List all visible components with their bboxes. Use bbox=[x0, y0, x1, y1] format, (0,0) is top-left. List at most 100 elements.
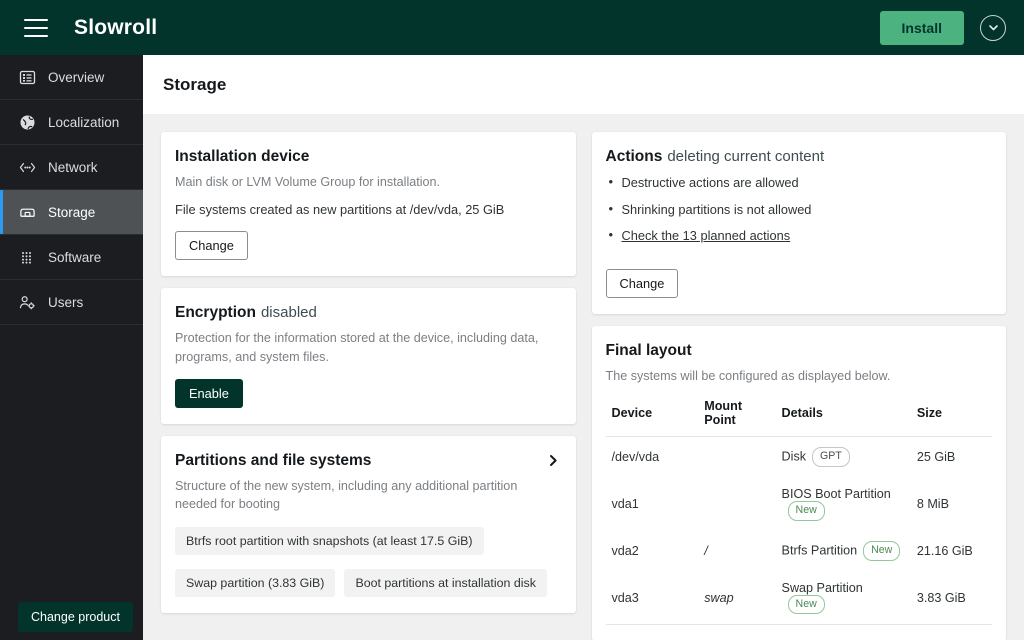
change-product-button[interactable]: Change product bbox=[18, 602, 133, 632]
card-description: Main disk or LVM Volume Group for instal… bbox=[175, 175, 441, 189]
encryption-card: Encryption disabled Protection for the in… bbox=[161, 288, 576, 424]
sidebar-item-label: Network bbox=[48, 159, 98, 175]
content-area: Storage Installation device Main disk or… bbox=[143, 55, 1024, 640]
sidebar-item-storage[interactable]: Storage bbox=[0, 190, 143, 235]
cell-device: vda2 bbox=[611, 543, 639, 558]
partition-chip: Swap partition (3.83 GiB) bbox=[175, 569, 336, 598]
card-description: Protection for the information stored at… bbox=[175, 331, 539, 364]
sidebar-item-label: Overview bbox=[48, 69, 105, 85]
masthead: Slowroll Install bbox=[0, 0, 1024, 55]
sidebar-item-label: Software bbox=[48, 249, 102, 265]
cell-device: vda3 bbox=[605, 570, 699, 626]
table-row: vda1 BIOS Boot PartitionNew 8 MiB bbox=[606, 477, 993, 531]
details-text: Btrfs Partition bbox=[781, 543, 858, 558]
actions-title: Actions bbox=[605, 148, 663, 165]
actions-card: Actionsdeleting current content Destruct… bbox=[591, 132, 1006, 314]
actions-bullet-text: Shrinking partitions is not allowed bbox=[621, 201, 812, 217]
card-title: Encryption disabled bbox=[175, 304, 562, 322]
planned-actions-link[interactable]: Check the 13 planned actions bbox=[622, 228, 791, 243]
sidebar-footer: Change product bbox=[0, 602, 143, 640]
sidebar-item-software[interactable]: Software bbox=[0, 235, 143, 280]
column-header-mount: Mount Point bbox=[698, 399, 776, 438]
partitions-header-row: Partitions and file systems bbox=[175, 452, 562, 477]
status-badge: New bbox=[863, 540, 901, 561]
enable-encryption-button[interactable]: Enable bbox=[175, 378, 243, 408]
globe-icon bbox=[19, 114, 36, 131]
app-root: Slowroll Install Overview Localization N… bbox=[0, 0, 1024, 640]
status-badge: GPT bbox=[812, 447, 850, 467]
cell-mount bbox=[698, 477, 775, 531]
masthead-actions: Install bbox=[879, 10, 1006, 45]
install-button[interactable]: Install bbox=[879, 10, 964, 45]
app-body: Overview Localization Network Storage So… bbox=[0, 55, 1024, 640]
cell-size: 8 MiB bbox=[916, 496, 950, 511]
table-row: vda3 swap Swap PartitionNew 3.83 GiB bbox=[605, 570, 992, 626]
actions-bullet: Destructive actions are allowed bbox=[606, 174, 993, 192]
final-layout-card: Final layout The systems will be configu… bbox=[591, 325, 1006, 640]
actions-bullet-list: Destructive actions are allowed Shrinkin… bbox=[606, 174, 993, 245]
cell-size: 3.83 GiB bbox=[910, 570, 992, 626]
encryption-status: disabled bbox=[260, 304, 317, 322]
sidebar-item-network[interactable]: Network bbox=[0, 145, 143, 190]
cell-device: /dev/vda bbox=[611, 450, 660, 465]
cell-details: Swap PartitionNew bbox=[775, 570, 911, 626]
left-column: Installation device Main disk or LVM Vol… bbox=[161, 132, 576, 614]
details-text: Swap Partition bbox=[781, 580, 863, 595]
cell-details: BIOS Boot PartitionNew bbox=[776, 477, 911, 531]
table-head: Device Mount Point Details Size bbox=[605, 399, 992, 438]
cell-size: 25 GiB bbox=[916, 450, 956, 465]
sidebar-item-overview[interactable]: Overview bbox=[0, 55, 143, 100]
chevron-down-circle-icon[interactable] bbox=[980, 14, 1006, 41]
cell-details: Disk GPT bbox=[776, 437, 911, 477]
card-description: The systems will be configured as displa… bbox=[605, 368, 891, 383]
details-text: BIOS Boot Partition bbox=[781, 486, 891, 501]
sidebar-item-label: Localization bbox=[48, 114, 120, 130]
details-text: Disk bbox=[781, 449, 807, 464]
table-row: vda2 / Btrfs Partition New 21.16 GiB bbox=[606, 531, 993, 571]
change-device-button[interactable]: Change bbox=[175, 231, 248, 261]
partition-chip-list: Btrfs root partition with snapshots (at … bbox=[175, 527, 562, 556]
installation-device-detail: File systems created as new partitions a… bbox=[175, 202, 505, 218]
card-title: Partitions and file systems bbox=[175, 451, 372, 469]
sidebar-item-users[interactable]: Users bbox=[0, 280, 143, 325]
actions-bullet: Check the 13 planned actions bbox=[606, 227, 993, 245]
network-icon bbox=[19, 159, 36, 176]
list-panel-icon bbox=[19, 69, 36, 86]
hamburger-icon[interactable] bbox=[24, 18, 48, 37]
partition-chip-list-2: Swap partition (3.83 GiB) Boot partition… bbox=[175, 569, 562, 598]
cell-device: vda1 bbox=[611, 496, 639, 511]
sidebar-item-label: Storage bbox=[48, 204, 96, 220]
actions-status: deleting current content bbox=[667, 148, 825, 165]
status-badge: New bbox=[787, 594, 825, 615]
cell-size: 21.16 GiB bbox=[916, 543, 973, 558]
card-title: Installation device bbox=[175, 148, 310, 165]
hard-drive-icon bbox=[19, 204, 36, 221]
change-actions-button[interactable]: Change bbox=[605, 268, 679, 298]
encryption-title: Encryption bbox=[175, 304, 256, 322]
table-body: /dev/vda Disk GPT 25 GiB vda1 BIOS Boot … bbox=[605, 437, 993, 626]
cell-mount bbox=[698, 437, 775, 477]
right-column: Actionsdeleting current content Destruct… bbox=[591, 132, 1006, 640]
installation-device-card: Installation device Main disk or LVM Vol… bbox=[161, 132, 576, 277]
final-layout-table: Device Mount Point Details Size /dev/vda bbox=[605, 399, 993, 626]
sidebar-item-localization[interactable]: Localization bbox=[0, 100, 143, 145]
cell-mount: / bbox=[704, 543, 708, 558]
card-title: Final layout bbox=[605, 341, 692, 359]
chevron-right-icon[interactable] bbox=[545, 452, 562, 471]
partition-chip: Boot partitions at installation disk bbox=[344, 569, 547, 598]
status-badge: New bbox=[787, 500, 825, 521]
cell-details: Btrfs Partition New bbox=[776, 531, 911, 571]
sidebar-item-label: Users bbox=[48, 294, 84, 310]
column-header-device: Device bbox=[605, 399, 699, 438]
grid-dots-icon bbox=[19, 249, 36, 266]
column-header-size: Size bbox=[910, 399, 992, 438]
sidebar: Overview Localization Network Storage So… bbox=[0, 55, 143, 640]
content-columns: Installation device Main disk or LVM Vol… bbox=[143, 114, 1024, 640]
page-header: Storage bbox=[143, 55, 1024, 114]
sidebar-nav: Overview Localization Network Storage So… bbox=[0, 55, 143, 325]
card-title: Actions deleting current content bbox=[606, 148, 993, 166]
card-description: Structure of the new system, including a… bbox=[175, 478, 518, 511]
actions-bullet-text: Destructive actions are allowed bbox=[621, 175, 799, 190]
cell-mount: swap bbox=[698, 570, 776, 626]
partitions-card: Partitions and file systems Structure of… bbox=[161, 435, 576, 614]
